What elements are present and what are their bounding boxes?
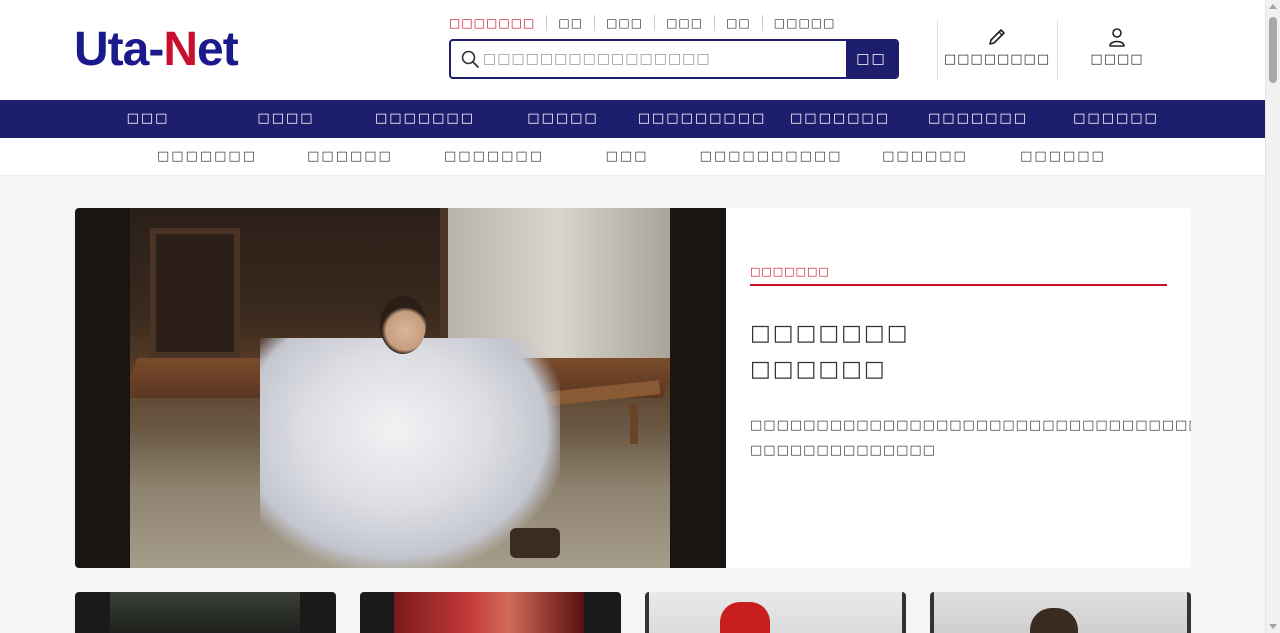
- main-nav: □□□ □□□□ □□□□□□□ □□□□□ □□□□□□□□□ □□□□□□□…: [0, 100, 1265, 138]
- pencil-icon: [989, 29, 1005, 45]
- logo-text-3: et: [197, 23, 239, 76]
- sub-nav-item[interactable]: □□□□□□: [1020, 138, 1106, 176]
- sub-nav-item[interactable]: □□□□□□□□□□: [700, 138, 843, 176]
- search-bar: □□: [449, 39, 899, 79]
- main-nav-item[interactable]: □□□□□□□: [790, 100, 890, 138]
- write-lyrics-button[interactable]: □□□□□□□□: [937, 26, 1057, 67]
- article-card[interactable]: [75, 592, 336, 633]
- article-card[interactable]: [360, 592, 621, 633]
- article-card[interactable]: [645, 592, 906, 633]
- main-nav-item[interactable]: □□□□□□□□□: [638, 100, 767, 138]
- featured-photo[interactable]: [75, 208, 726, 568]
- top-link-4[interactable]: □□□: [654, 15, 714, 31]
- featured-title-line: □□□□□□□: [750, 321, 910, 346]
- user-icon: [1109, 28, 1125, 47]
- top-link-5[interactable]: □□: [714, 15, 762, 31]
- sub-nav-item[interactable]: □□□□□□: [307, 138, 393, 176]
- logo-text-1: Uta-: [74, 23, 164, 76]
- site-logo[interactable]: Uta-Net: [74, 23, 239, 76]
- featured-description-line: □□□□□□□□□□□□□□: [750, 443, 936, 458]
- search-icon: [461, 50, 479, 68]
- photo-boot: [510, 528, 560, 558]
- main-nav-item[interactable]: □□□□□□: [1073, 100, 1159, 138]
- featured-description: □□□□□□□□□□□□□□□□□□□□□□□□□□□□□□□□□□□□□□2□…: [750, 413, 1191, 463]
- sub-nav: □□□□□□□ □□□□□□ □□□□□□□ □□□ □□□□□□□□□□ □□…: [0, 138, 1265, 176]
- card-photo: [649, 592, 902, 633]
- featured-article[interactable]: □□□□□□□ □□□□□□□ □□□□□□ □□□□□□□□□□□□□□□□□…: [75, 208, 1191, 568]
- login-button[interactable]: □□□□: [1057, 26, 1177, 67]
- main-nav-item[interactable]: □□□□□□□: [928, 100, 1028, 138]
- article-card[interactable]: [930, 592, 1191, 633]
- top-link-3[interactable]: □□□: [594, 15, 654, 31]
- top-link-1[interactable]: □□□□□□□: [449, 15, 546, 31]
- sub-nav-item[interactable]: □□□□□□□: [444, 138, 544, 176]
- card-photo: [110, 592, 300, 633]
- featured-category-label: □□□□□□□: [750, 265, 1167, 286]
- main-nav-item[interactable]: □□□□□: [527, 100, 598, 138]
- photo-scene: [130, 208, 670, 568]
- featured-text: □□□□□□□ □□□□□□□ □□□□□□ □□□□□□□□□□□□□□□□□…: [750, 208, 1191, 568]
- card-photo: [394, 592, 584, 633]
- site-header: Uta-Net □□□□□□□ □□ □□□ □□□ □□ □□□□□ □□ □…: [0, 0, 1265, 100]
- photo-figure-head: [380, 296, 426, 354]
- top-link-6[interactable]: □□□□□: [761, 15, 847, 31]
- photo-window-left: [150, 228, 240, 358]
- logo-text-2: N: [163, 23, 198, 76]
- scroll-thumb[interactable]: [1269, 17, 1277, 83]
- sub-nav-item[interactable]: □□□□□□: [882, 138, 968, 176]
- login-label: □□□□: [1090, 52, 1144, 67]
- top-links: □□□□□□□ □□ □□□ □□□ □□ □□□□□: [449, 14, 846, 32]
- scroll-down-icon[interactable]: [1269, 624, 1277, 629]
- page-scrollbar[interactable]: [1265, 0, 1280, 633]
- sub-nav-item[interactable]: □□□: [606, 138, 649, 176]
- photo-bench-leg: [630, 404, 638, 444]
- featured-title[interactable]: □□□□□□□ □□□□□□: [750, 316, 1167, 388]
- main-nav-item[interactable]: □□□□□□□: [375, 100, 475, 138]
- sub-nav-item[interactable]: □□□□□□□: [157, 138, 257, 176]
- main-nav-item[interactable]: □□□□: [257, 100, 314, 138]
- main-nav-item[interactable]: □□□: [127, 100, 170, 138]
- search-input[interactable]: [479, 41, 846, 77]
- featured-description-line: □□□□□□□□□□□□□□□□□□□□□□□□□□□□□□□□□□□□□□2□…: [750, 418, 1191, 433]
- top-link-2[interactable]: □□: [546, 15, 594, 31]
- search-button[interactable]: □□: [846, 41, 897, 77]
- card-photo-hair: [720, 602, 770, 633]
- featured-title-line: □□□□□□: [750, 357, 887, 382]
- write-lyrics-label: □□□□□□□□: [943, 52, 1051, 67]
- scroll-up-icon[interactable]: [1269, 4, 1277, 9]
